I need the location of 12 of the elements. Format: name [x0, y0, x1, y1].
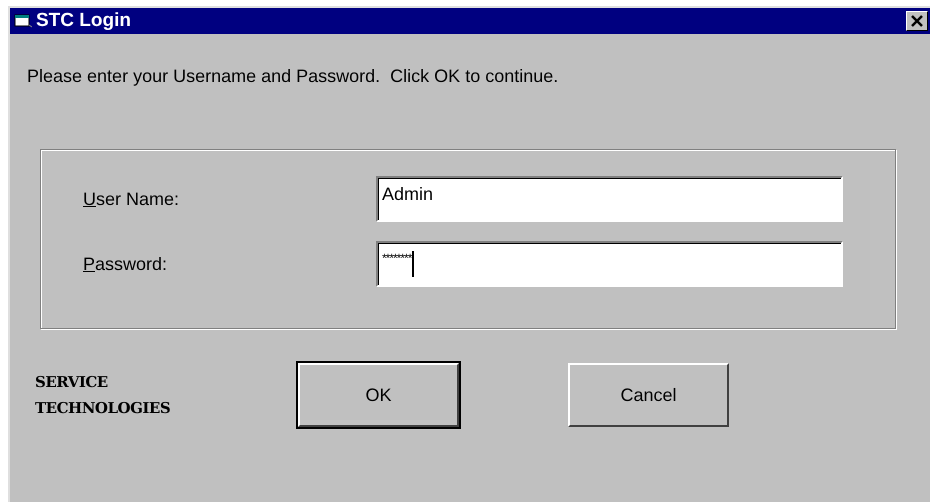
ok-button[interactable]: OK	[298, 363, 459, 427]
window-icon	[14, 14, 32, 28]
password-field[interactable]: ********	[376, 241, 843, 287]
close-icon	[910, 15, 924, 27]
company-logo: SERVICE TECHNOLOGIES	[35, 372, 172, 419]
cancel-button[interactable]: Cancel	[568, 363, 729, 427]
window-title: STC Login	[36, 10, 132, 32]
field-label: User Name:	[83, 188, 180, 210]
instruction-text: Please enter your Username and Password. Click OK to continue.	[27, 66, 560, 87]
close-button[interactable]	[906, 11, 928, 31]
field-label: Password:	[83, 254, 168, 274]
username-field[interactable]: Admin	[376, 176, 843, 222]
